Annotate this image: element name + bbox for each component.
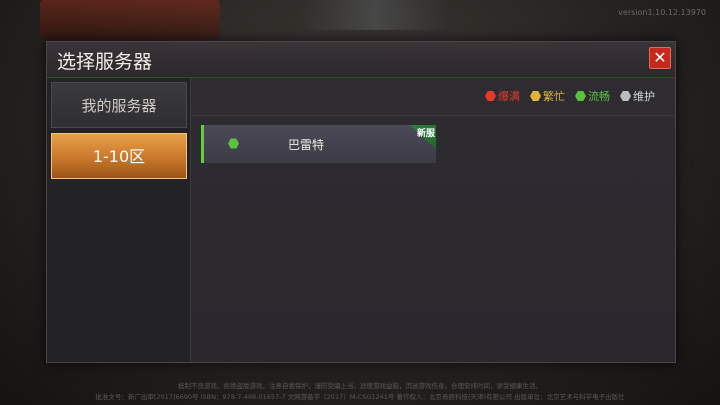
legend-label: 维护 [633,90,655,103]
legend-full: 爆满 [485,88,520,104]
close-icon: ✕ [653,48,667,67]
server-group-sidebar: 我的服务器 1-10区 [47,78,191,362]
health-notice: 抵制不良游戏，拒绝盗版游戏。注意自我保护，谨防受骗上当。适度游戏益脑，沉迷游戏伤… [178,382,542,390]
legend-maintenance: 维护 [620,88,655,104]
status-legend: 爆满 繁忙 流畅 维护 [485,88,655,104]
aircraft-background [300,0,450,30]
footer-notice: 抵制不良游戏，拒绝盗版游戏。注意自我保护，谨防受骗上当。适度游戏益脑，沉迷游戏伤… [0,381,720,405]
server-item-barrett[interactable]: 巴雷特 新服 [201,125,436,163]
full-status-icon [485,91,496,101]
tab-label: 1-10区 [92,147,146,166]
legend-label: 繁忙 [543,90,565,103]
busy-status-icon [530,91,541,101]
close-button[interactable]: ✕ [649,47,671,69]
version-label: version1.10.12.13970 [618,8,706,17]
server-select-dialog: 选择服务器 ✕ 我的服务器 1-10区 爆满 繁忙 流畅 维护 巴雷特 新服 [46,41,676,363]
legend-divider [191,115,675,116]
legend-label: 爆满 [498,90,520,103]
legend-label: 流畅 [588,90,610,103]
tab-label: 我的服务器 [81,97,157,115]
smooth-status-icon [575,91,586,101]
dialog-header: 选择服务器 ✕ [47,42,675,78]
maintenance-status-icon [620,91,631,101]
license-notice: 批准文号：新广出审[2017]6690号 ISBN：978-7-498-0165… [95,393,625,401]
legend-smooth: 流畅 [575,88,610,104]
legend-busy: 繁忙 [530,88,565,104]
game-logo-background [40,0,220,40]
new-server-label: 新服 [416,129,435,139]
server-name: 巴雷特 [288,138,325,152]
tab-my-servers[interactable]: 我的服务器 [51,82,187,128]
server-list-panel: 爆满 繁忙 流畅 维护 巴雷特 新服 [191,78,675,362]
tab-zone-1-10[interactable]: 1-10区 [51,133,187,179]
dialog-title: 选择服务器 [57,51,153,73]
smooth-status-icon [228,138,239,149]
